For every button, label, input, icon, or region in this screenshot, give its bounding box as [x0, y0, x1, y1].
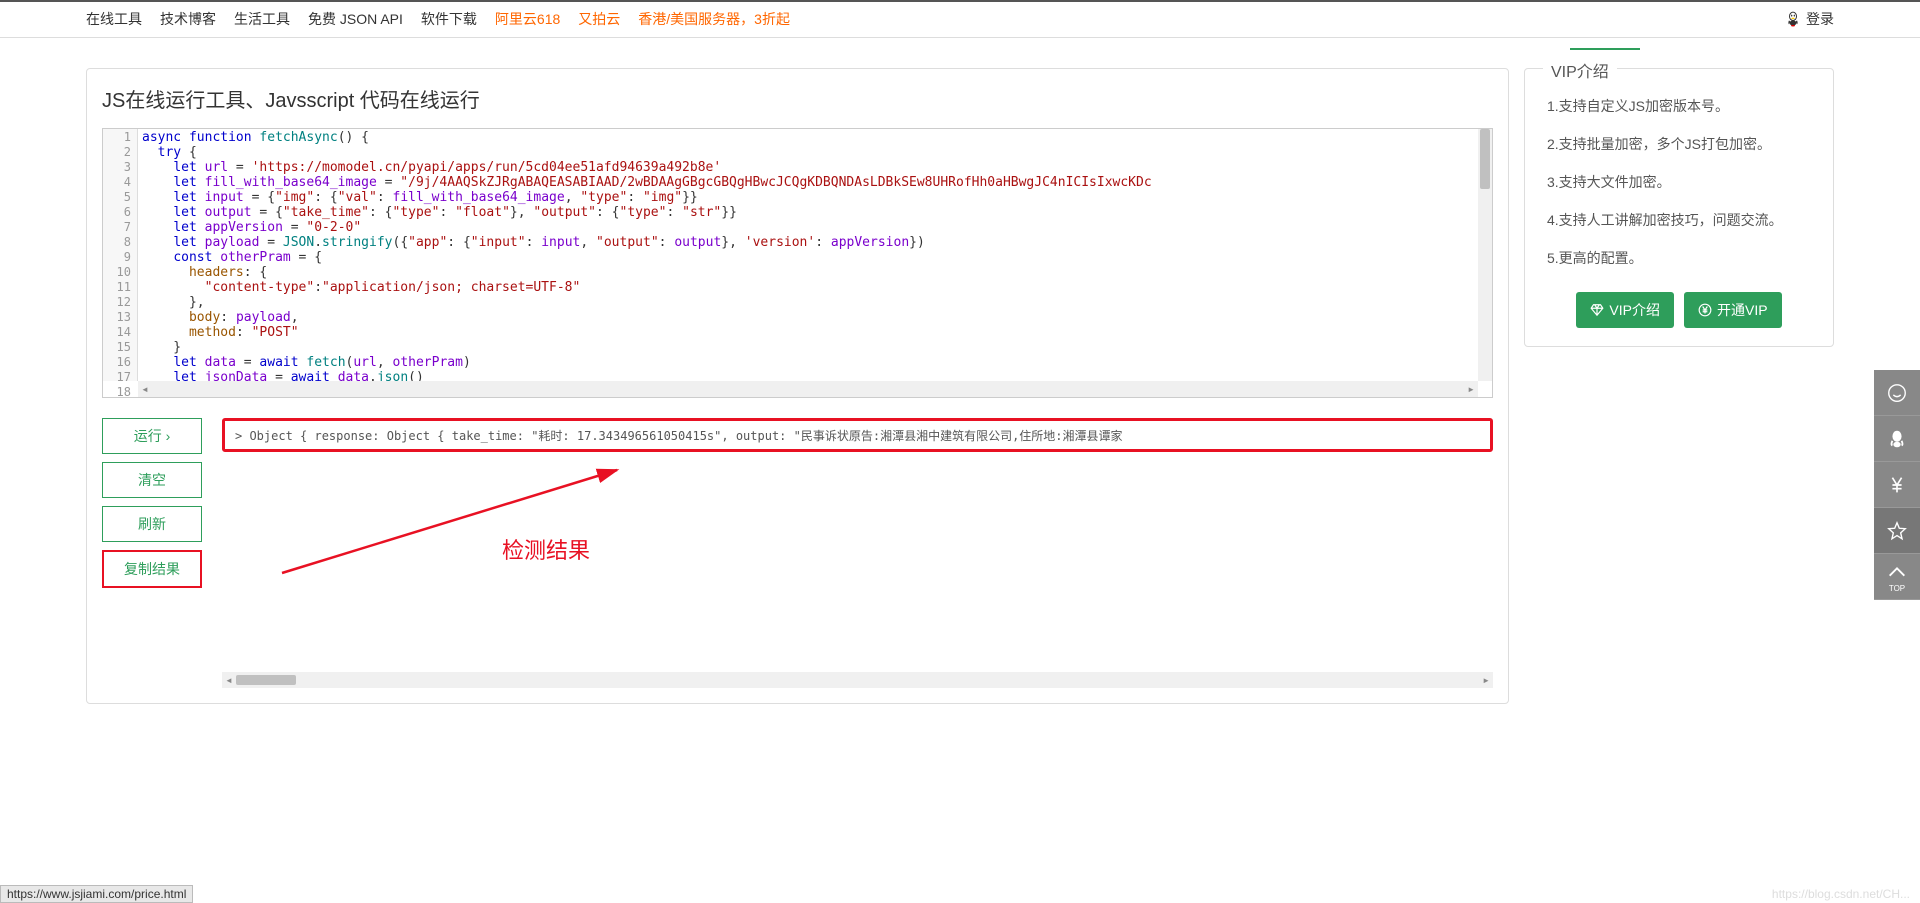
output-text: > Object { response: Object { take_time:…	[222, 418, 1493, 452]
top-nav: 在线工具技术博客生活工具免费 JSON API 软件下载阿里云618 又拍云香港/美…	[0, 0, 1920, 38]
editor-scrollbar-horizontal[interactable]	[138, 381, 1478, 397]
login-link[interactable]: 登录	[1785, 9, 1834, 29]
output-panel: > Object { response: Object { take_time:…	[222, 418, 1493, 688]
vip-feature-item: 3.支持大文件加密。	[1547, 163, 1811, 201]
float-top-button[interactable]: TOP	[1874, 554, 1920, 600]
nav-link[interactable]: 免费 JSON API	[308, 9, 403, 29]
action-buttons: 运行 › 清空 刷新 复制结果	[102, 418, 202, 688]
copy-result-button[interactable]: 复制结果	[102, 550, 202, 588]
refresh-button[interactable]: 刷新	[102, 506, 202, 542]
code-content[interactable]: async function fetchAsync() { try { let …	[138, 129, 1492, 381]
vip-open-button[interactable]: 开通VIP	[1684, 292, 1782, 328]
result-label: 检测结果	[502, 533, 590, 565]
nav-link[interactable]: 软件下载	[421, 9, 477, 29]
vip-title: VIP介绍	[1543, 58, 1617, 82]
status-bar-url: https://www.jsjiami.com/price.html	[0, 885, 193, 903]
vip-features: 1.支持自定义JS加密版本号。2.支持批量加密，多个JS打包加密。3.支持大文件…	[1547, 87, 1811, 277]
watermark: https://blog.csdn.net/CH...	[1772, 887, 1910, 901]
yen-icon	[1698, 303, 1712, 317]
page-title: JS在线运行工具、Javsscript 代码在线运行	[102, 84, 1493, 113]
nav-link-promo[interactable]: 阿里云618	[495, 9, 560, 29]
float-qq-icon[interactable]	[1874, 416, 1920, 462]
vip-feature-item: 5.更高的配置。	[1547, 239, 1811, 277]
float-star-icon[interactable]	[1874, 508, 1920, 554]
clear-button[interactable]: 清空	[102, 462, 202, 498]
nav-link[interactable]: 生活工具	[234, 9, 290, 29]
editor-scrollbar-vertical[interactable]	[1478, 129, 1492, 381]
sidebar: VIP介绍 1.支持自定义JS加密版本号。2.支持批量加密，多个JS打包加密。3…	[1524, 68, 1834, 704]
line-numbers: 123456789101112131415161718	[103, 129, 138, 381]
nav-link-promo[interactable]: 又拍云	[578, 9, 620, 29]
vip-feature-item: 2.支持批量加密，多个JS打包加密。	[1547, 125, 1811, 163]
nav-link-promo[interactable]: 香港/美国服务器，3折起	[638, 9, 790, 29]
vip-feature-item: 4.支持人工讲解加密技巧，问题交流。	[1547, 201, 1811, 239]
vip-feature-item: 1.支持自定义JS加密版本号。	[1547, 87, 1811, 125]
vip-box: VIP介绍 1.支持自定义JS加密版本号。2.支持批量加密，多个JS打包加密。3…	[1524, 68, 1834, 347]
main-panel: JS在线运行工具、Javsscript 代码在线运行 1234567891011…	[86, 68, 1509, 704]
float-sidebar: TOP	[1874, 370, 1920, 600]
float-yen-icon[interactable]	[1874, 462, 1920, 508]
output-scrollbar[interactable]	[222, 672, 1493, 688]
nav-link[interactable]: 技术博客	[160, 9, 216, 29]
diamond-icon	[1590, 303, 1604, 317]
nav-link[interactable]: 在线工具	[86, 9, 142, 29]
login-text: 登录	[1806, 9, 1834, 29]
code-editor[interactable]: 123456789101112131415161718 async functi…	[102, 128, 1493, 398]
vip-intro-button[interactable]: VIP介绍	[1576, 292, 1674, 328]
qq-icon	[1785, 10, 1801, 28]
float-chat-icon[interactable]	[1874, 370, 1920, 416]
run-button[interactable]: 运行 ›	[102, 418, 202, 454]
